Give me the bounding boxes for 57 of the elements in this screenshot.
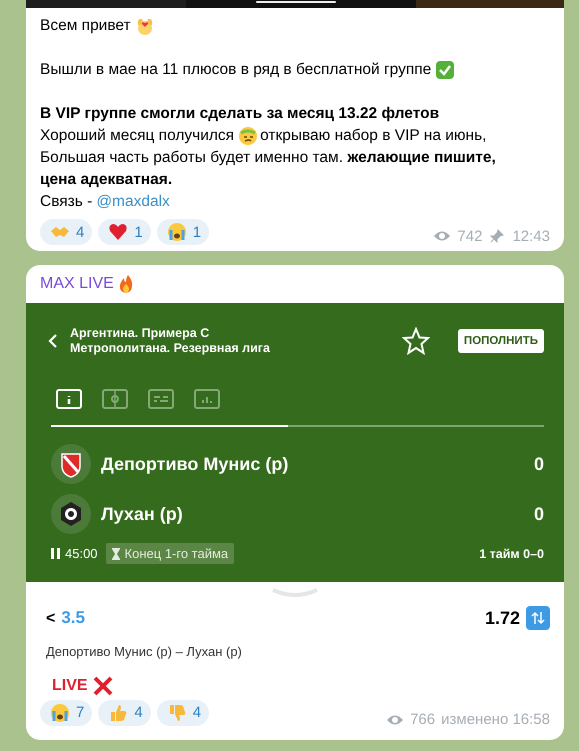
message-text: цена адекватная. [40, 170, 172, 190]
thumbs-up-icon [108, 702, 128, 722]
odds-value: 1.72 [484, 608, 520, 628]
shield-logo-icon [51, 444, 91, 484]
live-label: LIVE [52, 677, 88, 695]
match-clock: 45:00 [65, 546, 98, 561]
pin-icon [488, 229, 506, 243]
message-text: открываю набор в VIP на июнь, [260, 126, 486, 146]
swap-arrows-icon [531, 611, 545, 625]
message-text: Всем привет [40, 16, 131, 36]
message-time: 12:43 [512, 228, 550, 244]
half-score: 1 тайм 0–0 [479, 546, 544, 560]
period-text: Конец 1-го тайма [124, 546, 228, 561]
match-title: Депортиво Мунис (р) – Лухан (р) [45, 643, 243, 659]
crying-face-icon [166, 222, 187, 242]
league-title: Аргентина. Примера С Метрополитана. Резервная лига [70, 326, 270, 356]
back-icon[interactable] [46, 333, 60, 349]
view-count: 766 [410, 711, 436, 728]
info-tab[interactable] [56, 389, 82, 409]
message-time: изменено 16:58 [441, 711, 550, 728]
events-tab[interactable] [148, 389, 174, 409]
reaction-chip[interactable]: 1 [98, 219, 151, 245]
heart-icon [108, 222, 128, 242]
view-count: 742 [457, 228, 482, 244]
reaction-chip[interactable]: 4 [40, 219, 92, 245]
reaction-chip[interactable]: 7 [40, 700, 92, 726]
team-score: 0 [534, 504, 544, 524]
crying-face-icon [50, 702, 70, 722]
top-up-button[interactable]: ПОПОЛНИТЬ [458, 329, 544, 353]
total-line: 3.5 [61, 608, 85, 627]
cross-icon [92, 675, 114, 697]
message-text: Вышли в мае на 11 плюсов в ряд в бесплатной группе [40, 60, 432, 80]
message-text: Хороший месяц получился [40, 126, 234, 146]
eye-icon [386, 712, 404, 726]
stats-tab[interactable] [194, 389, 220, 409]
woozy-face-icon [238, 126, 258, 146]
star-icon[interactable] [402, 327, 430, 355]
team-name: Лухан (р) [101, 504, 184, 524]
eye-icon [433, 229, 452, 243]
username-link[interactable]: @maxdalx [96, 191, 170, 213]
pause-icon [51, 548, 60, 559]
channel-name: MAX LIVE [40, 275, 114, 293]
reaction-chip[interactable]: 1 [156, 219, 210, 245]
message-text: Связь - [40, 192, 92, 212]
message-text: Большая часть работы будет именно там. желающие пишите, [40, 148, 496, 168]
comparison-sign: < [46, 610, 56, 627]
team-score: 0 [534, 454, 544, 474]
check-icon [435, 60, 456, 80]
reaction-chip[interactable]: 4 [98, 700, 151, 726]
handle-icon[interactable] [271, 588, 319, 598]
reaction-chip[interactable]: 4 [156, 700, 210, 726]
badge-logo-icon [51, 494, 91, 534]
team-name: Депортиво Мунис (р) [101, 454, 290, 474]
message-text: В VIP группе смогли сделать за месяц 13.22 флетов [40, 104, 440, 124]
swap-button[interactable] [526, 606, 550, 630]
hourglass-icon [112, 548, 120, 560]
field-tab[interactable] [102, 389, 128, 409]
